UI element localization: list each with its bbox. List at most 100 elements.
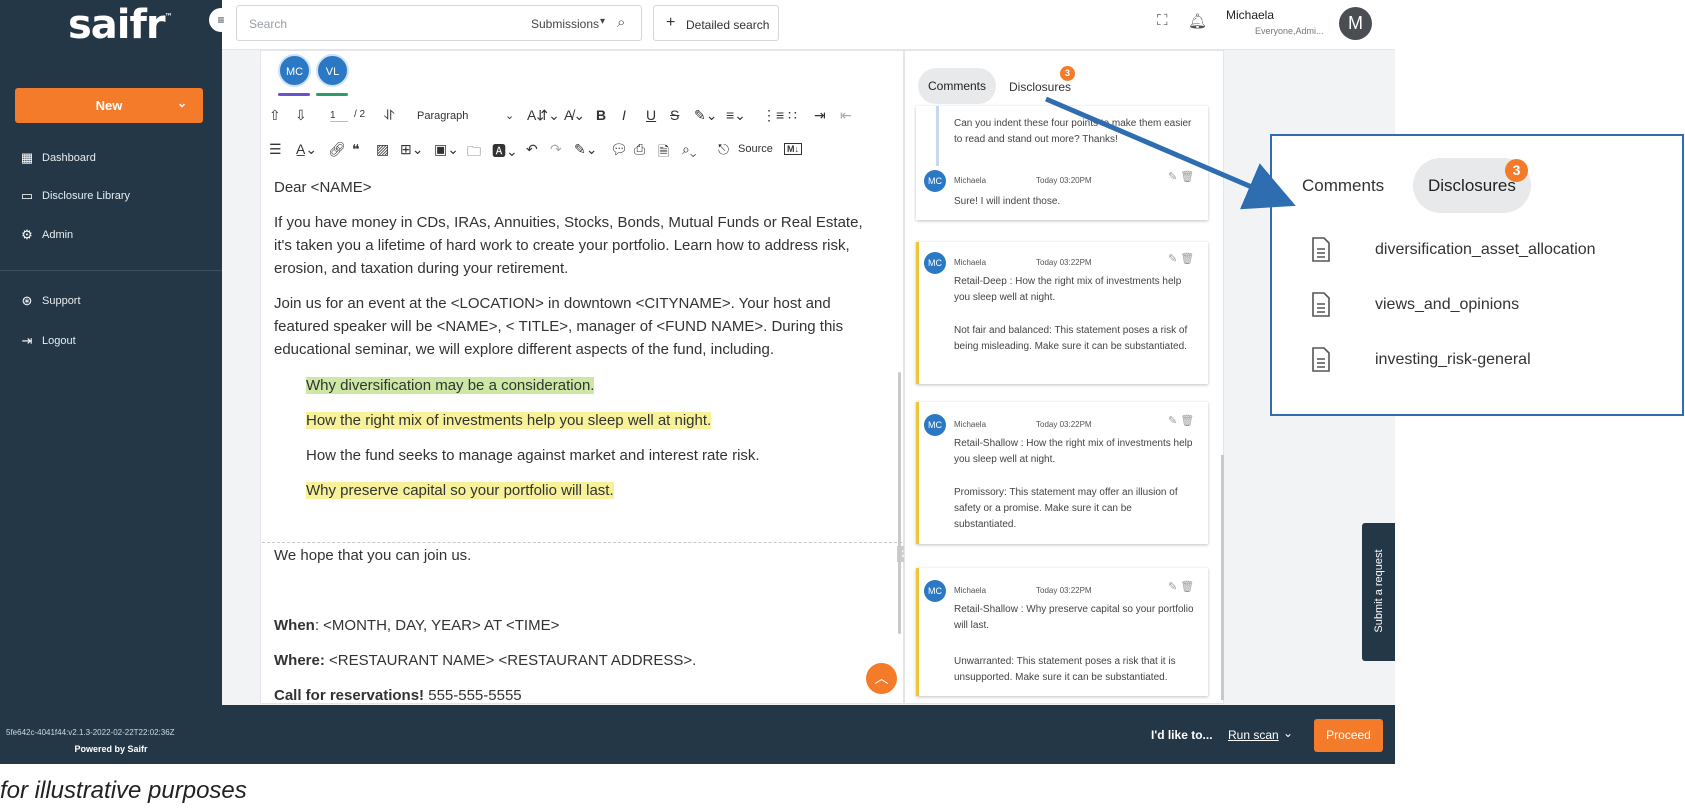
comment-icon[interactable]: 💬︎: [610, 141, 628, 158]
todo-list-icon[interactable]: ☰: [269, 141, 282, 158]
strikethrough-icon[interactable]: S: [670, 107, 679, 123]
when-value: : <MONTH, DAY, YEAR> AT <TIME>: [314, 617, 560, 634]
sidebar-item-disclosure-library[interactable]: ▭ Disclosure Library: [18, 186, 130, 206]
scroll-to-top-button[interactable]: ︿: [866, 663, 897, 694]
editor-scrollbar[interactable]: [898, 372, 901, 634]
document-icon: [1312, 347, 1330, 372]
chevron-down-icon[interactable]: ⌄: [1283, 726, 1293, 740]
proceed-button[interactable]: Proceed: [1314, 719, 1383, 752]
file-manager-icon[interactable]: 🗀: [467, 141, 481, 165]
highlighted-text[interactable]: How the right mix of investments help yo…: [306, 412, 712, 429]
sidebar-collapse-icon[interactable]: ≡: [209, 8, 233, 32]
bell-icon[interactable]: 🔔︎: [1188, 12, 1207, 30]
table-icon[interactable]: ⊞⌄: [400, 141, 423, 158]
page-total: / 2: [354, 109, 366, 120]
flag-card[interactable]: MC Michaela Today 03:22PM ✎ 🗑︎ Retail-Sh…: [916, 568, 1208, 696]
search-icon[interactable]: ⌕: [617, 14, 625, 31]
sidebar-item-admin[interactable]: ⚙ Admin: [18, 225, 73, 245]
media-icon[interactable]: ▣⌄: [434, 141, 459, 158]
italic-icon[interactable]: I: [622, 107, 626, 123]
admin-gear-icon: ⚙: [21, 227, 33, 242]
doc-paragraph-2: Join us for an event at the <LOCATION> i…: [274, 295, 844, 358]
avatar[interactable]: M: [1339, 7, 1372, 40]
flag-card[interactable]: MC Michaela Today 03:22PM ✎ 🗑︎ Retail-De…: [916, 242, 1208, 384]
chevron-down-icon[interactable]: ⌄: [505, 109, 514, 122]
doc-where: Where: <RESTAURANT NAME> <RESTAURANT ADD…: [274, 649, 884, 672]
saifr-logo[interactable]: saifr™: [68, 2, 173, 48]
detailed-search-button[interactable]: + Detailed search: [653, 5, 779, 41]
export-word-icon[interactable]: 🗎: [658, 141, 669, 165]
font-family-icon[interactable]: A̸⌄: [564, 107, 585, 124]
edit-delete-icons[interactable]: ✎ 🗑︎: [1168, 170, 1194, 183]
user-name[interactable]: Michaela: [1226, 8, 1274, 22]
sidebar-item-dashboard[interactable]: ▦ Dashboard: [18, 148, 96, 168]
highlight-icon[interactable]: ✎⌄: [694, 107, 717, 124]
zoom-tab-comments[interactable]: Comments: [1302, 176, 1384, 196]
page-break-icon[interactable]: ⥯: [384, 107, 394, 124]
comment-avatar: MC: [924, 252, 946, 274]
disclosure-item[interactable]: diversification_asset_allocation: [1311, 235, 1651, 265]
fullscreen-icon[interactable]: ⛶: [1157, 12, 1168, 29]
highlighted-text[interactable]: Why preserve capital so your portfolio w…: [306, 482, 614, 499]
collaborator-avatar-mc[interactable]: MC: [278, 54, 311, 87]
markdown-icon[interactable]: M↓: [784, 143, 802, 155]
export-pdf-icon[interactable]: ⎙: [634, 141, 645, 158]
outdent-icon[interactable]: ⇤: [840, 107, 852, 124]
edit-delete-icons[interactable]: ✎ 🗑︎: [1168, 580, 1194, 593]
comment-author: Michaela: [954, 420, 987, 429]
disclosure-item[interactable]: investing_risk-general: [1311, 345, 1651, 375]
disclosure-item[interactable]: views_and_opinions: [1311, 290, 1651, 320]
font-color-icon[interactable]: A̲⌄: [296, 141, 317, 158]
app-window: saifr™ New ⌄ ▦ Dashboard ▭ Disclosure Li…: [0, 0, 1395, 764]
search-input[interactable]: Search Submissions ▾ ⌕: [236, 5, 642, 41]
redo-icon[interactable]: ↷: [550, 141, 562, 158]
new-button[interactable]: New ⌄: [15, 88, 203, 123]
image-icon[interactable]: ▨: [376, 141, 389, 158]
where-value: <RESTAURANT NAME> <RESTAURANT ADDRESS>.: [324, 652, 697, 669]
flag-card[interactable]: MC Michaela Today 03:22PM ✎ 🗑︎ Retail-Sh…: [916, 402, 1208, 544]
source-button[interactable]: Source: [738, 143, 773, 155]
collaborator-avatar-vl[interactable]: VL: [316, 54, 349, 87]
comments-scrollbar[interactable]: [1221, 455, 1224, 700]
zoom-tab-disclosures[interactable]: Disclosures: [1428, 176, 1516, 196]
caret-down-icon[interactable]: ▾: [600, 16, 605, 27]
comment-thread-card[interactable]: Can you indent these four points to make…: [916, 106, 1208, 220]
version-string: 5fe642c-4041f44:v2.1.3-2022-02-22T22:02:…: [6, 728, 175, 737]
page-break-line: [262, 542, 902, 543]
special-char-icon[interactable]: 🅰︎⌄: [492, 141, 518, 161]
source-icon[interactable]: ⎋: [718, 141, 729, 158]
edit-delete-icons[interactable]: ✎ 🗑︎: [1168, 414, 1194, 427]
font-size-icon[interactable]: A⇵⌄: [527, 107, 560, 124]
bulleted-list-icon[interactable]: ∷: [788, 107, 797, 124]
submit-request-tab[interactable]: Submit a request: [1362, 523, 1395, 661]
page-number-input[interactable]: 1: [330, 110, 348, 122]
sidebar-item-logout[interactable]: ⇥ Logout: [18, 331, 76, 351]
blockquote-icon[interactable]: ❝: [352, 141, 360, 158]
edit-delete-icons[interactable]: ✎ 🗑︎: [1168, 252, 1194, 265]
comment-time: Today 03:22PM: [1036, 258, 1092, 267]
arrow-up-circle-icon[interactable]: ⇧: [269, 107, 281, 124]
comment-author: Michaela: [954, 176, 987, 185]
track-changes-icon[interactable]: ✎⌄: [574, 141, 597, 158]
collaborator-indicator-vl: [316, 93, 348, 96]
arrow-down-circle-icon[interactable]: ⇩: [295, 107, 307, 124]
run-scan-select[interactable]: Run scan: [1228, 728, 1279, 742]
tab-disclosures[interactable]: Disclosures: [1009, 80, 1071, 94]
sidebar-item-support[interactable]: ⊛ Support: [18, 291, 81, 311]
search-scope-select[interactable]: Submissions: [531, 17, 599, 31]
find-replace-icon[interactable]: ⌕⌄: [682, 141, 696, 158]
numbered-list-icon[interactable]: ⋮≡: [762, 107, 784, 124]
link-icon[interactable]: 🔗︎: [328, 141, 346, 158]
underline-icon[interactable]: U: [646, 107, 656, 123]
highlighted-text[interactable]: Why diversification may be a considerati…: [306, 377, 595, 394]
zoom-disclosures-badge: 3: [1505, 159, 1528, 182]
bold-icon[interactable]: B: [596, 107, 606, 123]
undo-icon[interactable]: ↶: [526, 141, 538, 158]
paragraph-style-select[interactable]: Paragraph: [417, 110, 468, 122]
align-icon[interactable]: ≡⌄: [726, 107, 746, 124]
sidebar-item-label: Admin: [42, 229, 74, 241]
user-groups: Everyone,Admi...: [1255, 26, 1324, 36]
indent-icon[interactable]: ⇥: [814, 107, 826, 124]
tab-comments[interactable]: Comments: [918, 68, 996, 104]
comment-author: Michaela: [954, 258, 987, 267]
